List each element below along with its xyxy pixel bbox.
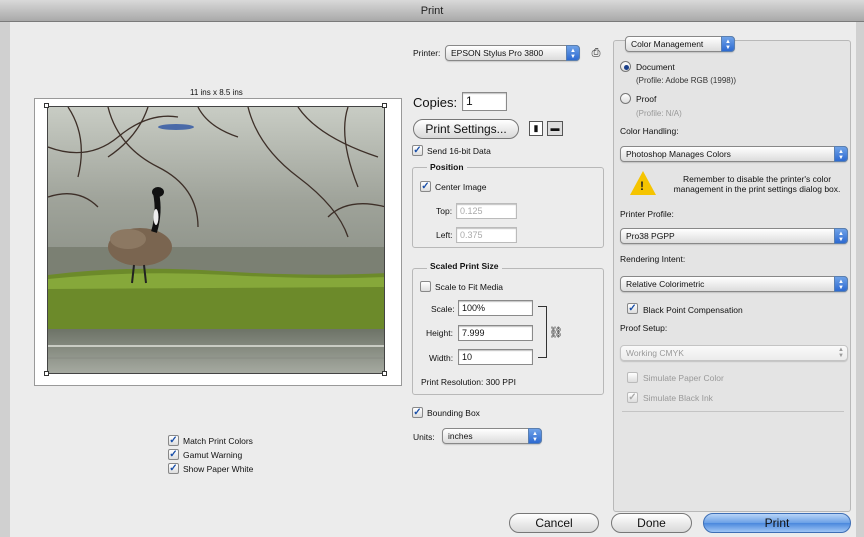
document-radio[interactable] (620, 61, 631, 72)
position-title: Position (427, 162, 467, 172)
chain-link-icon[interactable]: ⛓ (549, 326, 563, 339)
pane-divider (622, 411, 844, 412)
resize-handle-tl[interactable] (44, 103, 49, 108)
printer-setup-icon[interactable]: ⎙ (589, 46, 603, 60)
image-preview[interactable] (47, 106, 385, 374)
section-value: Color Management (631, 39, 704, 49)
rendering-intent-value: Relative Colorimetric (626, 279, 705, 289)
proof-setup-label: Proof Setup: (620, 323, 668, 333)
printer-popup[interactable]: EPSON Stylus Pro 3800 ▲ ▼ (445, 45, 580, 61)
copies-field[interactable]: 1 (462, 92, 507, 111)
proof-label: Proof (636, 94, 657, 104)
center-image-checkbox[interactable]: ✓ (420, 181, 431, 192)
print-settings-button[interactable]: Print Settings... (413, 119, 519, 139)
popup-arrows-icon: ▲ ▼ (528, 428, 542, 444)
printer-label: Printer: (413, 48, 441, 58)
copies-label: Copies: (413, 95, 458, 110)
show-paper-white-label: Show Paper White (183, 464, 254, 474)
printer-value: EPSON Stylus Pro 3800 (451, 48, 544, 58)
gamut-warning-checkbox[interactable]: ✓ (168, 449, 179, 460)
popup-arrows-icon: ▲ ▼ (834, 276, 848, 292)
paper-size-label: 11 ins x 8.5 ins (190, 88, 243, 97)
left-label: Left: (436, 230, 453, 240)
printer-profile-label: Printer Profile: (620, 209, 674, 219)
simulate-paper-label: Simulate Paper Color (643, 373, 724, 383)
black-point-checkbox[interactable]: ✓ (627, 303, 638, 314)
scale-label: Scale: (431, 304, 455, 314)
black-point-label: Black Point Compensation (643, 305, 743, 315)
resize-handle-tr[interactable] (382, 103, 387, 108)
simulate-ink-checkbox[interactable]: ✓ (627, 392, 638, 403)
width-field[interactable]: 10 (458, 349, 533, 365)
scale-to-fit-label: Scale to Fit Media (435, 282, 504, 292)
popup-arrows-icon: ▲ ▼ (838, 347, 844, 359)
popup-arrows-icon: ▲ ▼ (834, 146, 848, 162)
top-label: Top: (436, 206, 453, 216)
popup-arrows-icon: ▲ ▼ (721, 36, 735, 52)
height-field[interactable]: 7.999 (458, 325, 533, 341)
gamut-warning-label: Gamut Warning (183, 450, 243, 460)
top-field[interactable]: 0.125 (456, 203, 517, 219)
color-handling-label: Color Handling: (620, 126, 679, 136)
color-handling-popup[interactable]: Photoshop Manages Colors ▲ ▼ (620, 146, 848, 162)
warning-icon-mark: ! (640, 179, 644, 193)
proof-profile: (Profile: N/A) (636, 109, 682, 118)
units-value: inches (448, 431, 473, 441)
send-16bit-checkbox[interactable]: ✓ (412, 145, 423, 156)
match-print-colors-label: Match Print Colors (183, 436, 253, 446)
resize-handle-br[interactable] (382, 371, 387, 376)
proof-setup-value: Working CMYK (626, 348, 684, 358)
portrait-orientation-icon[interactable]: ▮ (529, 121, 543, 136)
print-resolution: Print Resolution: 300 PPI (421, 377, 516, 387)
width-label: Width: (429, 353, 454, 363)
popup-arrows-icon: ▲ ▼ (566, 45, 580, 61)
scale-to-fit-checkbox[interactable] (420, 281, 431, 292)
show-paper-white-checkbox[interactable]: ✓ (168, 463, 179, 474)
bounding-box-label: Bounding Box (427, 408, 480, 418)
printer-profile-popup[interactable]: Pro38 PGPP ▲ ▼ (620, 228, 848, 244)
document-profile: (Profile: Adobe RGB (1998)) (636, 76, 737, 85)
match-print-colors-checkbox[interactable]: ✓ (168, 435, 179, 446)
scaled-print-size-title: Scaled Print Size (427, 261, 502, 271)
proof-setup-popup[interactable]: Working CMYK ▲ ▼ (620, 345, 848, 361)
done-button[interactable]: Done (611, 513, 692, 533)
simulate-ink-label: Simulate Black Ink (643, 393, 713, 403)
window-edge-left (0, 22, 10, 537)
left-field[interactable]: 0.375 (456, 227, 517, 243)
window-edge-right (856, 22, 864, 537)
goose-photo (48, 107, 384, 373)
document-label: Document (636, 62, 675, 72)
units-label: Units: (413, 432, 435, 442)
cancel-button[interactable]: Cancel (509, 513, 599, 533)
rendering-intent-label: Rendering Intent: (620, 254, 686, 264)
bounding-box-checkbox[interactable]: ✓ (412, 407, 423, 418)
warning-text: Remember to disable the printer's color … (673, 174, 841, 194)
popup-arrows-icon: ▲ ▼ (834, 228, 848, 244)
landscape-orientation-icon[interactable]: ▬ (547, 121, 563, 136)
height-label: Height: (426, 328, 453, 338)
scale-field[interactable]: 100% (458, 300, 533, 316)
send-16bit-label: Send 16-bit Data (427, 146, 491, 156)
window-title: Print (0, 0, 864, 22)
link-bracket (538, 306, 547, 358)
center-image-label: Center Image (435, 182, 487, 192)
section-popup[interactable]: Color Management ▲ ▼ (625, 36, 735, 52)
printer-profile-value: Pro38 PGPP (626, 231, 675, 241)
simulate-paper-checkbox[interactable] (627, 372, 638, 383)
resize-handle-bl[interactable] (44, 371, 49, 376)
color-handling-value: Photoshop Manages Colors (626, 149, 731, 159)
proof-radio[interactable] (620, 93, 631, 104)
units-popup[interactable]: inches ▲ ▼ (442, 428, 542, 444)
rendering-intent-popup[interactable]: Relative Colorimetric ▲ ▼ (620, 276, 848, 292)
print-button[interactable]: Print (703, 513, 851, 533)
